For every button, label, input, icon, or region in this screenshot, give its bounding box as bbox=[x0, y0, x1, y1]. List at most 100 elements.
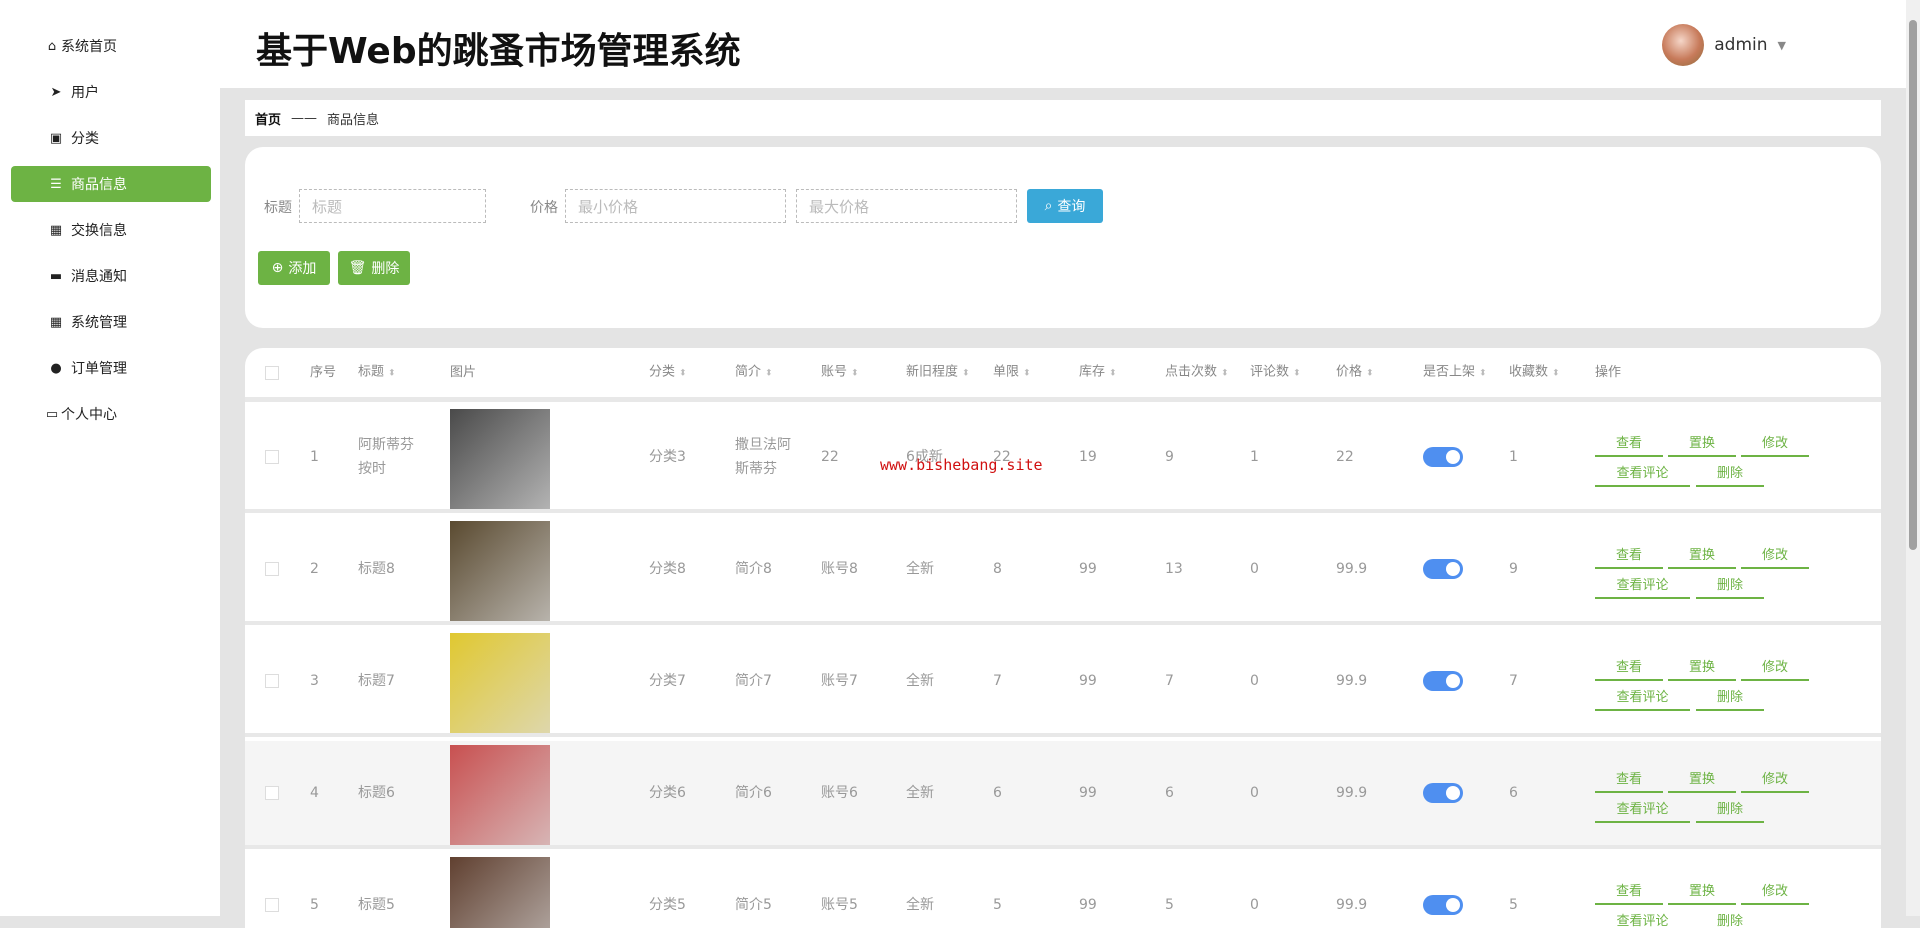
cell-favs: 9 bbox=[1509, 561, 1518, 577]
select-all-checkbox[interactable] bbox=[265, 365, 279, 380]
sort-icon[interactable]: ⬍ bbox=[765, 368, 773, 378]
action-view-comments-button[interactable]: 查看评论 bbox=[1595, 905, 1690, 928]
trash-icon: 🗑 bbox=[348, 260, 367, 276]
min-price-input[interactable]: 最小价格 bbox=[565, 189, 786, 223]
action-delete-button[interactable]: 删除 bbox=[1696, 793, 1764, 823]
cell-intro: 简介6 bbox=[735, 785, 772, 801]
sidebar-item[interactable]: ▣ 分类 bbox=[11, 120, 211, 156]
action-view-comments-button[interactable]: 查看评论 bbox=[1595, 793, 1690, 823]
sidebar-item-label: 系统管理 bbox=[71, 315, 127, 331]
action-view-button[interactable]: 查看 bbox=[1595, 875, 1663, 905]
action-view-button[interactable]: 查看 bbox=[1595, 539, 1663, 569]
listed-toggle[interactable] bbox=[1423, 895, 1463, 915]
listed-toggle[interactable] bbox=[1423, 447, 1463, 467]
action-edit-button[interactable]: 修改 bbox=[1741, 875, 1809, 905]
action-delete-button[interactable]: 删除 bbox=[1696, 457, 1764, 487]
sort-icon[interactable]: ⬍ bbox=[1221, 368, 1229, 378]
sidebar-item[interactable]: ▦ 交换信息 bbox=[11, 212, 211, 248]
grid-icon: ▦ bbox=[49, 314, 63, 330]
breadcrumb: 首页 —— 商品信息 bbox=[245, 100, 1881, 136]
sort-icon[interactable]: ⬍ bbox=[1479, 368, 1487, 378]
max-price-input[interactable]: 最大价格 bbox=[796, 189, 1017, 223]
listed-toggle[interactable] bbox=[1423, 671, 1463, 691]
query-button[interactable]: ⌕ 查询 bbox=[1027, 189, 1103, 223]
column-header[interactable]: 价格 ⬍ bbox=[1336, 360, 1374, 385]
scrollbar[interactable] bbox=[1906, 0, 1920, 916]
action-swap-button[interactable]: 置换 bbox=[1668, 763, 1736, 793]
watermark: www.bishebang.site bbox=[880, 456, 1043, 474]
sidebar-item[interactable]: ▬ 消息通知 bbox=[11, 258, 211, 294]
sort-icon[interactable]: ⬍ bbox=[962, 368, 970, 378]
sort-icon[interactable]: ⬍ bbox=[388, 368, 396, 378]
row-checkbox[interactable] bbox=[265, 450, 279, 464]
sidebar-item[interactable]: ● 订单管理 bbox=[11, 350, 211, 386]
listed-toggle[interactable] bbox=[1423, 783, 1463, 803]
action-edit-button[interactable]: 修改 bbox=[1741, 539, 1809, 569]
action-swap-button[interactable]: 置换 bbox=[1668, 651, 1736, 681]
action-view-comments-button[interactable]: 查看评论 bbox=[1595, 569, 1690, 599]
add-button[interactable]: ⊕ 添加 bbox=[258, 251, 330, 285]
sort-icon[interactable]: ⬍ bbox=[1109, 368, 1117, 378]
sidebar-item[interactable]: ➤ 用户 bbox=[11, 74, 211, 110]
cell-cond: 全新 bbox=[906, 785, 934, 801]
column-header[interactable]: 是否上架 ⬍ bbox=[1423, 360, 1487, 385]
breadcrumb-current: 商品信息 bbox=[327, 112, 380, 128]
sort-icon[interactable]: ⬍ bbox=[679, 368, 687, 378]
sidebar-item[interactable]: ☰ 商品信息 bbox=[11, 166, 211, 202]
column-header[interactable]: 收藏数 ⬍ bbox=[1509, 360, 1560, 385]
column-header-label: 标题 bbox=[358, 364, 385, 379]
action-edit-button[interactable]: 修改 bbox=[1741, 763, 1809, 793]
scrollbar-thumb[interactable] bbox=[1909, 20, 1917, 550]
action-view-button[interactable]: 查看 bbox=[1595, 763, 1663, 793]
sidebar-item[interactable]: ▦ 系统管理 bbox=[11, 304, 211, 340]
table-row: 5 标题5 分类5 简介5 账号5 全新 5 99 5 0 99.9 5 查看 置换 修改 查看评论 删除 bbox=[245, 853, 1881, 928]
row-checkbox[interactable] bbox=[265, 898, 279, 912]
sort-icon[interactable]: ⬍ bbox=[1552, 368, 1560, 378]
row-checkbox[interactable] bbox=[265, 562, 279, 576]
cell-cat: 分类3 bbox=[649, 449, 686, 465]
action-delete-button[interactable]: 删除 bbox=[1696, 905, 1764, 928]
column-header[interactable]: 点击次数 ⬍ bbox=[1165, 360, 1229, 385]
title-input[interactable]: 标题 bbox=[299, 189, 486, 223]
action-swap-button[interactable]: 置换 bbox=[1668, 427, 1736, 457]
column-header[interactable]: 分类 ⬍ bbox=[649, 360, 687, 385]
breadcrumb-home[interactable]: 首页 bbox=[255, 109, 281, 128]
product-image bbox=[450, 633, 550, 733]
column-header[interactable]: 简介 ⬍ bbox=[735, 360, 773, 385]
action-swap-button[interactable]: 置换 bbox=[1668, 875, 1736, 905]
sliders-icon: ☰ bbox=[50, 176, 62, 192]
column-header[interactable]: 标题 ⬍ bbox=[358, 360, 396, 385]
column-header[interactable]: 库存 ⬍ bbox=[1079, 360, 1117, 385]
action-edit-button[interactable]: 修改 bbox=[1741, 651, 1809, 681]
sidebar-item[interactable]: ▭ 个人中心 bbox=[11, 396, 211, 432]
sort-icon[interactable]: ⬍ bbox=[1293, 368, 1301, 378]
action-delete-button[interactable]: 删除 bbox=[1696, 681, 1764, 711]
sidebar-item-label: 用户 bbox=[71, 85, 99, 101]
cell-stock: 99 bbox=[1079, 673, 1097, 689]
sidebar-item[interactable]: ⌂ 系统首页 bbox=[11, 28, 211, 64]
column-header[interactable]: 账号 ⬍ bbox=[821, 360, 859, 385]
action-view-comments-button[interactable]: 查看评论 bbox=[1595, 457, 1690, 487]
cell-intro: 撒旦法阿斯蒂芬 bbox=[735, 437, 791, 477]
listed-toggle[interactable] bbox=[1423, 559, 1463, 579]
action-delete-button[interactable]: 删除 bbox=[1696, 569, 1764, 599]
cell-clicks: 13 bbox=[1165, 561, 1183, 577]
row-checkbox[interactable] bbox=[265, 674, 279, 688]
action-edit-button[interactable]: 修改 bbox=[1741, 427, 1809, 457]
plus-circle-icon: ⊕ bbox=[271, 260, 284, 276]
action-view-comments-button[interactable]: 查看评论 bbox=[1595, 681, 1690, 711]
column-header[interactable]: 评论数 ⬍ bbox=[1250, 360, 1301, 385]
sort-icon[interactable]: ⬍ bbox=[851, 368, 859, 378]
column-header-label: 序号 bbox=[310, 364, 337, 380]
sort-icon[interactable]: ⬍ bbox=[1366, 368, 1374, 378]
title-label: 标题 bbox=[264, 200, 292, 216]
sort-icon[interactable]: ⬍ bbox=[1023, 368, 1031, 378]
column-header[interactable]: 单限 ⬍ bbox=[993, 360, 1031, 385]
user-menu[interactable]: admin ▼ bbox=[1662, 24, 1786, 66]
action-view-button[interactable]: 查看 bbox=[1595, 427, 1663, 457]
row-checkbox[interactable] bbox=[265, 786, 279, 800]
action-view-button[interactable]: 查看 bbox=[1595, 651, 1663, 681]
column-header[interactable]: 新旧程度 ⬍ bbox=[906, 360, 970, 385]
action-swap-button[interactable]: 置换 bbox=[1668, 539, 1736, 569]
delete-button[interactable]: 🗑 删除 bbox=[338, 251, 410, 285]
